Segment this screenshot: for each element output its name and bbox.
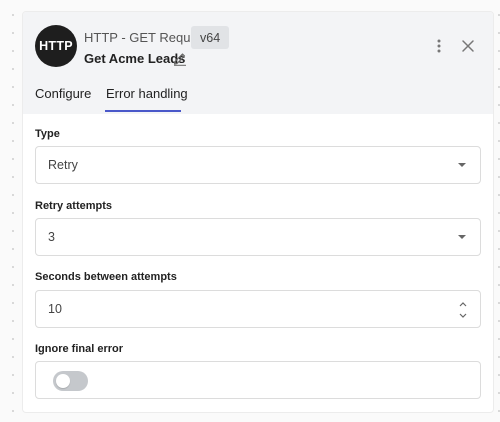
more-vertical-icon[interactable] xyxy=(431,37,447,55)
tab-error-handling[interactable]: Error handling xyxy=(106,86,188,101)
chevron-down-icon xyxy=(458,235,466,239)
node-settings-panel: HTTP HTTP - GET Request v64 Get Acme Lea… xyxy=(23,12,493,412)
seconds-between-input[interactable]: 10 xyxy=(35,290,481,328)
retry-attempts-label: Retry attempts xyxy=(35,200,113,212)
panel-header: HTTP HTTP - GET Request v64 Get Acme Lea… xyxy=(23,12,493,114)
node-logo: HTTP xyxy=(35,25,77,67)
type-label: Type xyxy=(35,128,60,140)
version-badge: v64 xyxy=(191,26,230,49)
ignore-final-error-toggle[interactable] xyxy=(53,371,88,391)
ignore-final-error-label: Ignore final error xyxy=(35,343,124,355)
close-icon[interactable] xyxy=(459,37,477,55)
node-type-label: HTTP - GET Request xyxy=(84,30,208,45)
retry-attempts-value: 3 xyxy=(48,230,55,244)
node-name: Get Acme Leads xyxy=(84,51,186,66)
seconds-between-value: 10 xyxy=(48,302,62,316)
type-value: Retry xyxy=(48,158,78,172)
stepper-icon[interactable] xyxy=(458,299,468,321)
type-select[interactable]: Retry xyxy=(35,146,481,184)
toggle-knob xyxy=(56,374,70,388)
edit-icon[interactable] xyxy=(172,50,188,66)
ignore-final-error-container xyxy=(35,361,481,399)
seconds-between-label: Seconds between attempts xyxy=(35,271,177,283)
chevron-down-icon xyxy=(458,163,466,167)
tab-configure[interactable]: Configure xyxy=(35,86,91,101)
retry-attempts-select[interactable]: 3 xyxy=(35,218,481,256)
active-tab-indicator xyxy=(105,110,181,112)
